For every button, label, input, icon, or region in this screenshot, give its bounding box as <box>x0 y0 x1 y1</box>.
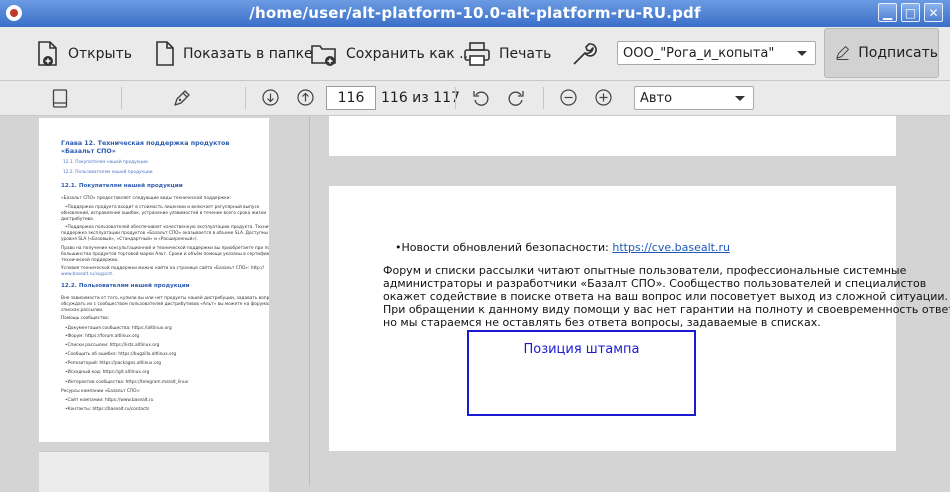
maximize-button[interactable]: □ <box>901 3 920 22</box>
file-icon <box>156 40 174 66</box>
pen-icon <box>836 46 849 60</box>
thumbnail-text-line: 12.2. Пользователям нашей продукции <box>63 170 153 175</box>
sidebar-toggle-icon[interactable] <box>52 89 68 108</box>
minimize-icon: ▁ <box>882 6 893 20</box>
sign-label: Подписать <box>858 45 938 61</box>
page-count: 116 из 117 <box>381 90 460 106</box>
security-news-item: •Новости обновлений безопасности: https:… <box>395 241 730 254</box>
stamp-position-label: Позиция штампа <box>523 342 640 357</box>
signature-tool-icon[interactable] <box>173 89 191 107</box>
thumbnail-text-line: «Базальт СПО» предоставляет следующие ви… <box>61 196 232 201</box>
thumbnail-text-line: уровня SLA («Базовый», «Стандартный» и «… <box>61 237 198 242</box>
thumbnail-text-line: •Репозиторий: https://packages.altlinux.… <box>65 361 161 366</box>
save-as-button[interactable]: Сохранить как ... <box>310 27 473 80</box>
thumbnail-text-line: •Интерактив сообщества: https://telegram… <box>65 380 189 385</box>
minimize-button[interactable]: ▁ <box>878 3 897 22</box>
paragraph-line: но мы стараемся не оставлять без ответа … <box>383 316 821 329</box>
paragraph-line: окажет содействие в поиске ответа на ваш… <box>383 290 949 303</box>
thumbnail-text-line: •Исходный код: https://git.altlinux.org <box>65 370 150 375</box>
thumbnail-sidebar: Глава 12. Техническая поддержка продукто… <box>0 116 310 492</box>
page-thumbnail[interactable]: Глава 12. Техническая поддержка продукто… <box>39 118 269 442</box>
thumbnail-text-line: •Поддержка пользователей обеспечивает ка… <box>65 225 269 230</box>
thumbnail-text-line: Вне зависимости от того, купили вы или н… <box>61 296 269 301</box>
thumbnail-text-line: 12.1. Покупателям нашей продукции <box>61 183 183 189</box>
chevron-down-icon <box>735 96 745 101</box>
open-button[interactable]: Открыть <box>36 27 132 80</box>
thumbnail-text-line: •Контакты: https://basealt.ru/contacts <box>65 407 150 412</box>
save-folder-icon <box>311 44 336 66</box>
close-icon: ✕ <box>928 6 939 20</box>
document-page: •Новости обновлений безопасности: https:… <box>329 186 950 451</box>
thumbnail-text-line: •Поддержка продукта входит в стоимость л… <box>65 205 260 210</box>
paragraph-line: администраторы и разработчики «Базалт СП… <box>383 277 927 290</box>
thumbnail-text-line: обсуждать их с сообществом пользователей… <box>61 302 269 307</box>
zoom-in-icon[interactable] <box>595 89 612 106</box>
thumbnail-text-line: 12.2. Пользователям нашей продукции <box>61 283 190 289</box>
thumbnail-text-line: Ресурсы компании «Базальт СПО»: <box>61 389 141 394</box>
thumbnail-text-line: •Форум: https://forum.altlinux.org <box>65 334 140 339</box>
thumbnail-text-line: списках рассылки. <box>61 308 104 313</box>
organization-select[interactable]: ООО_"Рога_и_копыта" <box>617 41 816 65</box>
show-in-folder-button[interactable]: Показать в папке <box>155 27 313 80</box>
document-viewer[interactable]: •Новости обновлений безопасности: https:… <box>311 116 950 486</box>
paragraph-line: Форум и списки рассылки читают опытные п… <box>383 264 907 277</box>
thumbnail-text-line: •Сайт компании: https://www.basealt.ru <box>65 398 154 403</box>
title-bar: /home/user/alt-platform-10.0-alt-platfor… <box>0 0 950 27</box>
close-button[interactable]: ✕ <box>924 3 943 22</box>
maximize-icon: □ <box>904 6 917 20</box>
open-file-icon <box>38 40 57 66</box>
thumbnail-text-line: большинства продуктов торговой марки Аль… <box>61 252 269 257</box>
thumbnail-text-line: технической поддержки. <box>61 258 119 263</box>
open-label: Открыть <box>68 45 132 62</box>
page-number-input[interactable]: 116 <box>326 86 376 110</box>
document-page-previous <box>329 116 896 156</box>
sidebar-splitter[interactable] <box>309 116 310 486</box>
toolbar-separator <box>245 87 246 109</box>
thumbnail-text-line: Глава 12. Техническая поддержка продукто… <box>61 140 230 155</box>
toolbar-separator <box>543 87 544 109</box>
rotate-right-icon[interactable] <box>507 89 525 107</box>
thumbnail-text-line: Помощь сообщества: <box>61 316 110 321</box>
zoom-select[interactable]: Авто <box>634 86 754 110</box>
rotate-left-icon[interactable] <box>472 89 490 107</box>
thumbnail-text-line: •Списки рассылки: https://lists.altlinux… <box>65 343 160 348</box>
thumbnail-text-line: •Сообщить об ошибке: https://bugzilla.al… <box>65 352 177 357</box>
thumbnail-text-line: обновлений, исправление ошибок, устранен… <box>61 211 267 216</box>
wrench-icon <box>573 42 597 65</box>
chevron-down-icon <box>797 51 807 56</box>
previous-page-icon[interactable] <box>297 89 314 106</box>
zoom-value: Авто <box>640 90 673 106</box>
settings-button[interactable] <box>570 27 598 80</box>
organization-value: ООО_"Рога_и_копыта" <box>623 45 775 61</box>
bullet-text: •Новости обновлений безопасности: <box>395 241 613 254</box>
thumbnail-text-line: Право на получение консультационной и те… <box>61 246 269 251</box>
print-button[interactable]: Печать <box>463 27 551 80</box>
thumbnail-text-line: Условия технической поддержки можно найт… <box>61 266 265 271</box>
toolbar-separator <box>121 87 122 109</box>
navigation-toolbar: 116 116 из 117 Авто <box>0 81 950 116</box>
save-as-label: Сохранить как ... <box>346 45 473 62</box>
thumbnail-text-line: поддержка эксплуатации продуктов «Базаль… <box>61 231 269 236</box>
window-title: /home/user/alt-platform-10.0-alt-platfor… <box>249 4 701 22</box>
thumbnail-text-line: дистрибутива. <box>61 217 95 222</box>
main-toolbar: Открыть Показать в папке Сохранить как .… <box>0 27 950 81</box>
toolbar-separator <box>455 87 456 109</box>
sign-button[interactable]: Подписать <box>824 28 939 78</box>
thumbnail-text-line: 12.1. Покупателям нашей продукции <box>63 160 148 165</box>
show-in-folder-label: Показать в папке <box>183 45 313 62</box>
stamp-position-box[interactable]: Позиция штампа <box>467 330 696 416</box>
thumbnail-text-line: www.basealt.ru/support. <box>61 272 114 277</box>
thumbnail-text-line: •Документация сообщества: https://altlin… <box>65 326 172 331</box>
printer-icon <box>464 41 490 66</box>
paragraph-line: При обращении к данному виду помощи у ва… <box>383 303 950 316</box>
cve-link[interactable]: https://cve.basealt.ru <box>612 241 730 254</box>
zoom-out-icon[interactable] <box>560 89 577 106</box>
print-label: Печать <box>499 45 552 62</box>
next-page-icon[interactable] <box>262 89 279 106</box>
